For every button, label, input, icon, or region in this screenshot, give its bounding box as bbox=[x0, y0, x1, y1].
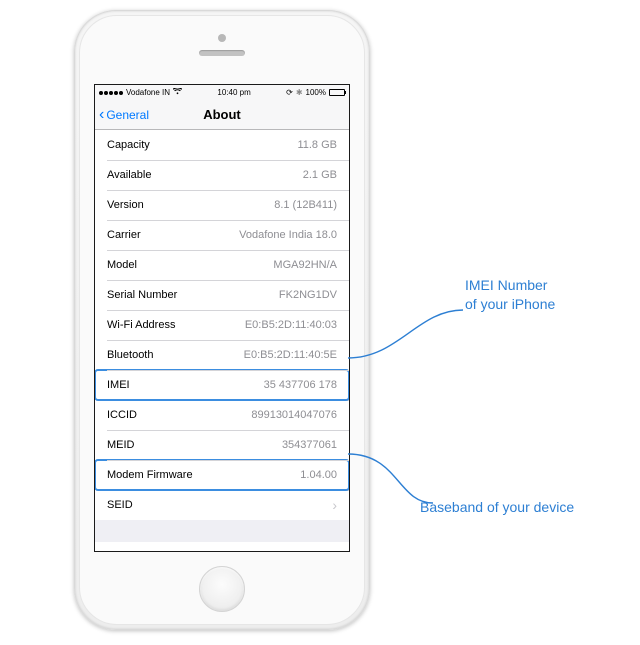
value-imei: 35 437706 178 bbox=[264, 379, 337, 391]
row-meid: MEID 354377061 bbox=[95, 430, 349, 460]
value-iccid: 89913014047076 bbox=[251, 409, 337, 421]
label-available: Available bbox=[107, 169, 151, 181]
row-model: Model MGA92HN/A bbox=[95, 250, 349, 280]
value-available: 2.1 GB bbox=[303, 169, 337, 181]
signal-strength-icon bbox=[99, 91, 123, 95]
nav-bar: ‹ General About bbox=[95, 100, 349, 130]
label-meid: MEID bbox=[107, 439, 135, 451]
row-modem-firmware: Modem Firmware 1.04.00 bbox=[95, 460, 349, 490]
row-capacity: Capacity 11.8 GB bbox=[95, 130, 349, 160]
annotation-imei: IMEI Number of your iPhone bbox=[465, 276, 555, 314]
status-time: 10:40 pm bbox=[217, 88, 250, 97]
label-bluetooth: Bluetooth bbox=[107, 349, 153, 361]
rotation-lock-icon: ⟳ bbox=[286, 88, 293, 97]
label-capacity: Capacity bbox=[107, 139, 150, 151]
phone-bezel: Vodafone IN 10:40 pm ⟳ ✱ 100% ‹ General bbox=[79, 15, 365, 625]
row-version: Version 8.1 (12B411) bbox=[95, 190, 349, 220]
value-model: MGA92HN/A bbox=[273, 259, 337, 271]
value-capacity: 11.8 GB bbox=[297, 139, 337, 151]
screen: Vodafone IN 10:40 pm ⟳ ✱ 100% ‹ General bbox=[94, 84, 350, 552]
value-serial: FK2NG1DV bbox=[279, 289, 337, 301]
row-carrier: Carrier Vodafone India 18.0 bbox=[95, 220, 349, 250]
value-version: 8.1 (12B411) bbox=[274, 199, 337, 211]
label-seid: SEID bbox=[107, 499, 133, 511]
value-carrier: Vodafone India 18.0 bbox=[239, 229, 337, 241]
front-camera bbox=[218, 34, 226, 42]
about-list[interactable]: Capacity 11.8 GB Available 2.1 GB Versio… bbox=[95, 130, 349, 551]
value-wifi: E0:B5:2D:11:40:03 bbox=[245, 319, 337, 331]
back-button[interactable]: ‹ General bbox=[99, 100, 149, 129]
label-modem: Modem Firmware bbox=[107, 469, 193, 481]
battery-icon bbox=[329, 89, 345, 96]
value-bluetooth: E0:B5:2D:11:40:5E bbox=[244, 349, 337, 361]
label-iccid: ICCID bbox=[107, 409, 137, 421]
value-meid: 354377061 bbox=[282, 439, 337, 451]
label-imei: IMEI bbox=[107, 379, 130, 391]
row-legal[interactable]: Legal › bbox=[95, 542, 349, 551]
annotation-baseband: Baseband of your device bbox=[420, 498, 574, 517]
label-version: Version bbox=[107, 199, 144, 211]
value-modem: 1.04.00 bbox=[300, 469, 337, 481]
row-available: Available 2.1 GB bbox=[95, 160, 349, 190]
battery-percent: 100% bbox=[306, 88, 326, 97]
row-serial: Serial Number FK2NG1DV bbox=[95, 280, 349, 310]
chevron-right-icon: › bbox=[332, 497, 337, 513]
status-carrier: Vodafone IN bbox=[126, 88, 170, 97]
wifi-icon bbox=[173, 88, 182, 97]
label-wifi: Wi-Fi Address bbox=[107, 319, 175, 331]
label-model: Model bbox=[107, 259, 137, 271]
row-wifi: Wi-Fi Address E0:B5:2D:11:40:03 bbox=[95, 310, 349, 340]
row-seid[interactable]: SEID › bbox=[95, 490, 349, 520]
row-iccid: ICCID 89913014047076 bbox=[95, 400, 349, 430]
bluetooth-icon: ✱ bbox=[296, 88, 303, 97]
back-label: General bbox=[106, 108, 149, 122]
chevron-left-icon: ‹ bbox=[99, 107, 104, 123]
earpiece bbox=[199, 50, 245, 56]
page-title: About bbox=[203, 107, 241, 122]
chevron-right-icon: › bbox=[332, 549, 337, 551]
status-bar: Vodafone IN 10:40 pm ⟳ ✱ 100% bbox=[95, 85, 349, 100]
row-bluetooth: Bluetooth E0:B5:2D:11:40:5E bbox=[95, 340, 349, 370]
home-button[interactable] bbox=[199, 566, 245, 612]
phone-frame: Vodafone IN 10:40 pm ⟳ ✱ 100% ‹ General bbox=[74, 10, 370, 630]
label-carrier: Carrier bbox=[107, 229, 141, 241]
row-imei: IMEI 35 437706 178 bbox=[95, 370, 349, 400]
label-serial: Serial Number bbox=[107, 289, 177, 301]
